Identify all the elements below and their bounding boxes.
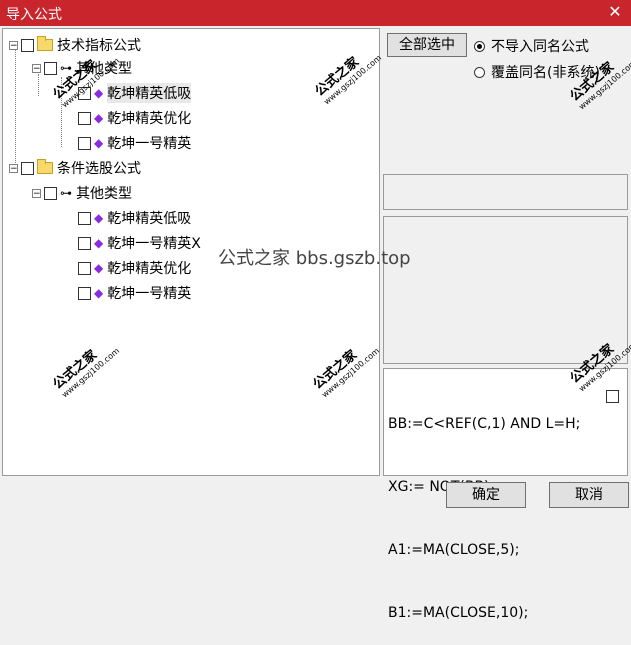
tree-item-label: 乾坤一号精英 — [107, 136, 192, 152]
folder-icon — [37, 36, 53, 51]
tree-node-other-types[interactable]: − ⊶ 其他类型 — [32, 183, 132, 203]
ok-button[interactable]: 确定 — [446, 482, 526, 508]
tree-item[interactable]: ◆ 乾坤一号精英 — [78, 283, 191, 303]
tree-item[interactable]: ◆ 乾坤精英低吸 — [78, 208, 191, 228]
radio-no-import[interactable]: 不导入同名公式 — [474, 36, 589, 56]
watermark-text: 公式之家 bbs.gszb.top — [218, 248, 411, 269]
tree-item[interactable]: ◆ 乾坤一号精英 — [78, 133, 191, 153]
title-bar: 导入公式 ✕ — [0, 0, 631, 26]
tree-item[interactable]: ◆ 乾坤精英优化 — [78, 108, 191, 128]
checkbox[interactable] — [78, 111, 91, 125]
cancel-button[interactable]: 取消 — [549, 482, 629, 508]
formula-icon: ◆ — [94, 236, 104, 250]
window-title: 导入公式 — [6, 7, 62, 23]
description-area[interactable] — [383, 216, 628, 364]
formula-icon: ◆ — [94, 211, 104, 225]
checkbox[interactable] — [78, 286, 91, 300]
radio-icon[interactable] — [474, 66, 485, 78]
checkbox[interactable] — [78, 261, 91, 275]
collapse-icon[interactable]: − — [9, 40, 18, 50]
tree-node-stock-conditions[interactable]: − 条件选股公式 — [9, 158, 141, 178]
tree-node-label: 条件选股公式 — [57, 161, 141, 177]
checkbox[interactable] — [21, 38, 34, 52]
formula-icon: ◆ — [94, 261, 104, 275]
checkbox[interactable] — [44, 186, 57, 200]
tree-node-tech-indicators[interactable]: − 技术指标公式 — [9, 35, 141, 55]
tree-item-label: 乾坤精英低吸 — [107, 83, 192, 103]
code-line: B1:=MA(CLOSE,10); — [388, 605, 529, 621]
formula-icon: ◆ — [94, 111, 104, 125]
tree-item[interactable]: ◆ 乾坤精英低吸 — [78, 83, 192, 103]
tree-item-label: 乾坤精英低吸 — [107, 211, 192, 227]
tree-item-label: 乾坤一号精英 — [107, 286, 192, 302]
code-line: A1:=MA(CLOSE,5); — [388, 542, 520, 558]
tree-item[interactable]: ◆ 乾坤精英优化 — [78, 258, 191, 278]
collapse-icon[interactable]: − — [32, 63, 41, 73]
folder-icon — [37, 159, 53, 174]
tree-item[interactable]: ◆ 乾坤一号精英X — [78, 233, 201, 253]
radio-selected-icon[interactable] — [474, 40, 485, 52]
close-icon[interactable]: ✕ — [605, 2, 625, 22]
select-all-button[interactable]: 全部选中 — [387, 33, 467, 57]
key-icon: ⊶ — [60, 186, 72, 200]
code-line: BB:=C<REF(C,1) AND L=H; — [388, 416, 581, 432]
checkbox[interactable] — [78, 211, 91, 225]
formula-icon: ◆ — [94, 136, 104, 150]
tree-item-label: 乾坤精英优化 — [107, 261, 192, 277]
tree-node-label: 其他类型 — [76, 186, 132, 202]
checkbox[interactable] — [44, 61, 57, 75]
checkbox[interactable] — [78, 236, 91, 250]
tree-item-label: 乾坤精英优化 — [107, 111, 192, 127]
name-field[interactable] — [383, 174, 628, 210]
radio-label: 不导入同名公式 — [491, 39, 589, 55]
collapse-icon[interactable]: − — [32, 188, 41, 198]
checkbox[interactable] — [78, 136, 91, 150]
formula-code: BB:=C<REF(C,1) AND L=H; XG:= NOT(BB); A1… — [388, 372, 580, 645]
checkbox[interactable] — [606, 390, 619, 403]
collapse-icon[interactable]: − — [9, 163, 18, 173]
formula-icon: ◆ — [94, 286, 104, 300]
checkbox[interactable] — [21, 161, 34, 175]
formula-icon: ◆ — [94, 86, 104, 100]
tree-item-label: 乾坤一号精英X — [107, 236, 201, 252]
